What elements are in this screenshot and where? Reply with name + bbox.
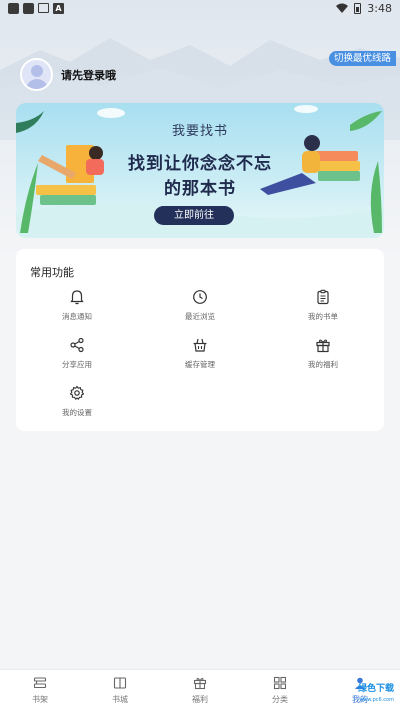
find-book-banner[interactable]: 我要找书 找到让你念念不忘 的那本书 立即前往 xyxy=(16,103,384,238)
tab-welfare[interactable]: 福利 xyxy=(160,670,240,711)
status-bar: A 3:48 xyxy=(0,0,400,16)
func-label: 缓存管理 xyxy=(185,360,215,369)
clock-icon xyxy=(193,290,207,304)
func-label: 我的福利 xyxy=(308,360,338,369)
avatar[interactable] xyxy=(20,58,53,91)
notification-icon xyxy=(23,2,34,14)
notification-icon xyxy=(8,2,19,14)
banner-subtitle: 我要找书 xyxy=(171,124,228,139)
switch-line-button[interactable]: 切换最优线路 xyxy=(328,51,396,66)
func-recent-browse[interactable]: 最近浏览 xyxy=(150,289,250,329)
image-icon xyxy=(38,3,49,13)
wifi-icon xyxy=(336,3,349,13)
func-label: 消息通知 xyxy=(62,312,92,321)
tab-bookstore[interactable]: 书城 xyxy=(80,670,160,711)
app-notification-icon: A xyxy=(53,2,64,14)
watermark-text: 绿色下载 xyxy=(357,684,394,694)
status-time: 3:48 xyxy=(367,1,392,15)
tab-category[interactable]: 分类 xyxy=(240,670,320,711)
basket-icon xyxy=(193,338,207,352)
func-label: 分享应用 xyxy=(62,360,92,369)
func-my-booklist[interactable]: 我的书单 xyxy=(273,289,373,329)
clipboard-icon xyxy=(317,289,329,305)
func-my-welfare[interactable]: 我的福利 xyxy=(273,337,373,377)
banner-title-line1: 找到让你念念不忘 xyxy=(128,154,272,174)
tab-bookshelf[interactable]: 书架 xyxy=(0,670,80,711)
common-functions-card: 常用功能 消息通知 最近浏览 我的书单 分享应用 缓存管理 我的福利 我的设置 xyxy=(16,249,384,431)
func-my-settings[interactable]: 我的设置 xyxy=(27,385,127,425)
watermark: 绿色下载 www.pc6.com xyxy=(340,684,394,708)
func-label: 最近浏览 xyxy=(185,312,215,321)
banner-title-line2: 的那本书 xyxy=(164,179,236,199)
func-label: 我的设置 xyxy=(62,408,92,417)
share-icon xyxy=(70,337,84,353)
login-prompt[interactable]: 请先登录哦 xyxy=(61,67,116,83)
func-label: 我的书单 xyxy=(308,312,338,321)
tab-label: 分类 xyxy=(272,695,288,704)
tab-label: 福利 xyxy=(192,695,208,704)
grid-icon xyxy=(273,676,287,690)
go-now-button[interactable]: 立即前往 xyxy=(154,206,234,225)
gift-icon xyxy=(193,677,207,690)
bell-icon xyxy=(70,290,84,305)
func-share-app[interactable]: 分享应用 xyxy=(27,337,127,377)
section-title: 常用功能 xyxy=(30,266,74,279)
func-message-notification[interactable]: 消息通知 xyxy=(27,289,127,329)
tab-label: 书架 xyxy=(32,695,48,704)
watermark-url: www.pc6.com xyxy=(359,697,394,703)
user-login-row[interactable]: 请先登录哦 xyxy=(20,58,116,91)
gift-icon xyxy=(316,339,330,353)
bookshelf-icon xyxy=(33,677,47,689)
func-cache-management[interactable]: 缓存管理 xyxy=(150,337,250,377)
tab-label: 书城 xyxy=(112,695,128,704)
book-icon xyxy=(113,677,127,689)
battery-icon xyxy=(354,2,362,14)
gear-icon xyxy=(69,385,85,400)
